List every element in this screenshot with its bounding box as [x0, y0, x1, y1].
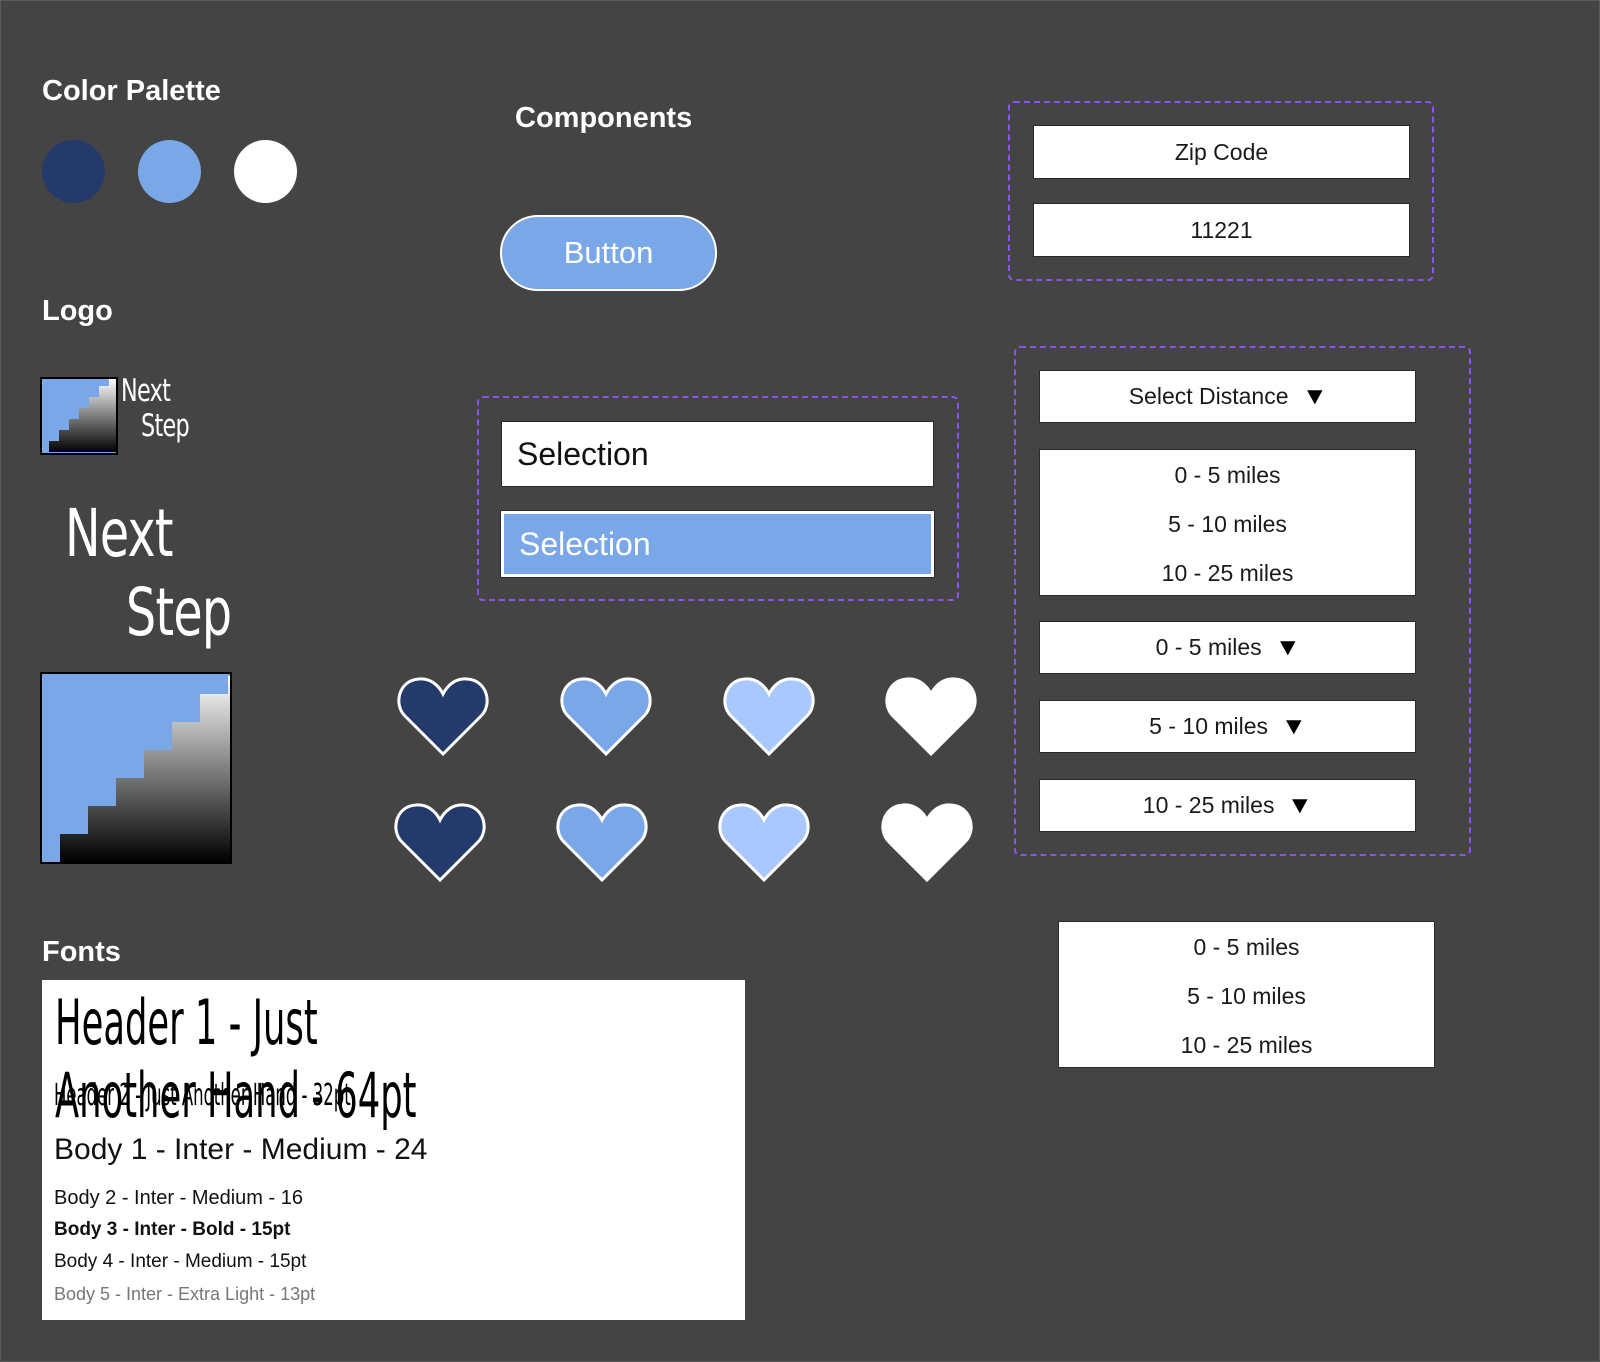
- logo-small-word-step: Step: [141, 408, 190, 444]
- font-sample-body4: Body 4 - Inter - Medium - 15pt: [54, 1251, 307, 1272]
- logo-large: [40, 672, 232, 864]
- logo-large-word-next: Next: [65, 495, 174, 572]
- design-canvas: Color Palette Logo Next Step Next Step C…: [0, 0, 1600, 1362]
- distance-options-list: 0 - 5 miles 5 - 10 miles 10 - 25 miles: [1039, 449, 1416, 596]
- components-heading: Components: [515, 102, 693, 134]
- distance-options-list-standalone: 0 - 5 miles 5 - 10 miles 10 - 25 miles: [1058, 921, 1435, 1068]
- distance-option[interactable]: 10 - 25 miles: [1059, 1032, 1434, 1059]
- swatch-white: [234, 140, 297, 203]
- selected-distance-label: 10 - 25 miles: [1142, 792, 1275, 818]
- selection-active[interactable]: Selection: [500, 510, 935, 578]
- font-sample-header2: Header 2 - Just Another Hand - 32pt: [54, 1078, 351, 1113]
- font-sample-body2: Body 2 - Inter - Medium - 16: [54, 1187, 303, 1209]
- select-distance-dropdown[interactable]: Select Distance ▼: [1039, 370, 1416, 423]
- logo-large-word-step: Step: [126, 574, 232, 651]
- zip-code-value-field[interactable]: 11221: [1033, 203, 1410, 257]
- logo-heading: Logo: [42, 295, 113, 327]
- dropdown-arrow-icon: ▼: [1287, 791, 1314, 819]
- font-sample-body3: Body 3 - Inter - Bold - 15pt: [54, 1219, 291, 1240]
- distance-option[interactable]: 5 - 10 miles: [1040, 511, 1415, 538]
- fonts-heading: Fonts: [42, 936, 121, 968]
- heart-light-blue-icon[interactable]: [723, 674, 815, 758]
- distance-dropdown-selected[interactable]: 0 - 5 miles ▼: [1039, 621, 1416, 674]
- heart-dark-blue-icon[interactable]: [394, 800, 486, 884]
- font-specimen-card: Header 1 - Just Another Hand - 64pt Head…: [42, 980, 745, 1320]
- select-distance-label: Select Distance: [1128, 383, 1289, 409]
- swatch-mid-blue: [138, 140, 201, 203]
- selected-distance-label: 0 - 5 miles: [1155, 634, 1262, 660]
- font-sample-body1: Body 1 - Inter - Medium - 24: [54, 1133, 428, 1166]
- color-palette-heading: Color Palette: [42, 75, 221, 107]
- dropdown-arrow-icon: ▼: [1301, 382, 1328, 410]
- logo-small-word-next: Next: [121, 373, 171, 409]
- distance-option[interactable]: 0 - 5 miles: [1040, 462, 1415, 489]
- swatch-dark-blue: [42, 140, 105, 203]
- heart-dark-blue-icon[interactable]: [397, 674, 489, 758]
- heart-white-icon[interactable]: [885, 674, 977, 758]
- heart-white-icon[interactable]: [881, 800, 973, 884]
- font-sample-body5: Body 5 - Inter - Extra Light - 13pt: [54, 1284, 316, 1304]
- distance-dropdown-selected[interactable]: 5 - 10 miles ▼: [1039, 700, 1416, 753]
- distance-option[interactable]: 5 - 10 miles: [1059, 983, 1434, 1010]
- stairs-logo-icon: [40, 377, 118, 455]
- dropdown-arrow-icon: ▼: [1274, 633, 1301, 661]
- selected-distance-label: 5 - 10 miles: [1149, 713, 1269, 739]
- primary-button[interactable]: Button: [500, 215, 717, 291]
- zip-code-label-field[interactable]: Zip Code: [1033, 125, 1410, 179]
- dropdown-arrow-icon: ▼: [1280, 712, 1308, 740]
- selection-default[interactable]: Selection: [501, 421, 934, 487]
- stairs-logo-large-icon: [40, 672, 232, 864]
- distance-dropdown-selected[interactable]: 10 - 25 miles ▼: [1039, 779, 1416, 832]
- distance-option[interactable]: 10 - 25 miles: [1040, 560, 1415, 587]
- heart-mid-blue-icon[interactable]: [560, 674, 652, 758]
- logo-small: [40, 377, 118, 455]
- heart-mid-blue-icon[interactable]: [556, 800, 648, 884]
- distance-option[interactable]: 0 - 5 miles: [1059, 934, 1434, 961]
- heart-light-blue-icon[interactable]: [718, 800, 810, 884]
